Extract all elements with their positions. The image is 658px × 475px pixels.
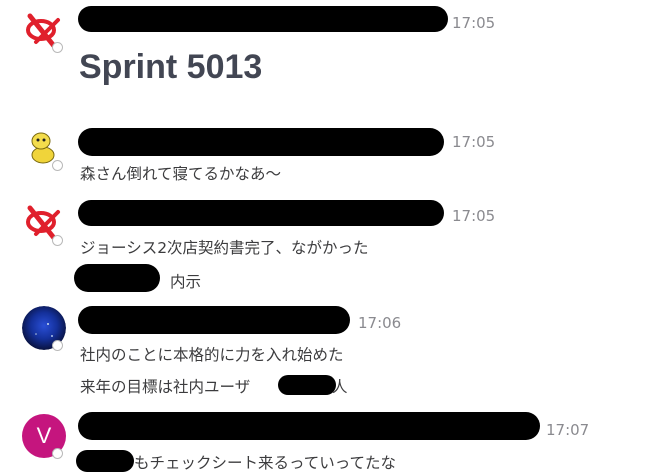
message-text: 森さん倒れて寝てるかなあ～ (80, 165, 282, 183)
message-text: 来年の目標は社内ユーザ (80, 378, 251, 396)
redacted-username (78, 128, 444, 156)
redacted-text (74, 264, 160, 292)
message-time: 17:05 (452, 133, 496, 151)
redacted-username (78, 306, 350, 334)
message-text: ジョーシス2次店契約書完了、ながかった (80, 239, 369, 257)
message-text: 内示 (170, 273, 202, 291)
message-text: Sprint 5013 (79, 48, 263, 86)
message-time: 17:06 (358, 314, 402, 332)
presence-dot (52, 42, 63, 53)
redacted-username (78, 200, 444, 226)
message-time: 17:05 (452, 207, 496, 225)
message-text: 人 (332, 378, 348, 396)
avatar-letter: V (36, 423, 52, 448)
message-time: 17:05 (452, 14, 496, 32)
presence-dot (52, 448, 63, 459)
presence-dot (52, 235, 63, 246)
message-time: 17:07 (546, 421, 590, 439)
yellow-character-icon[interactable] (26, 128, 60, 164)
message-text: 社内のことに本格的に力を入れ始めた (80, 346, 344, 364)
redacted-username (78, 6, 448, 32)
redacted-text (278, 375, 336, 395)
redacted-text (76, 450, 134, 472)
message-text: もチェックシート来るっていってたな (134, 454, 396, 472)
presence-dot (52, 340, 63, 351)
redacted-username (78, 412, 540, 440)
presence-dot (52, 160, 63, 171)
